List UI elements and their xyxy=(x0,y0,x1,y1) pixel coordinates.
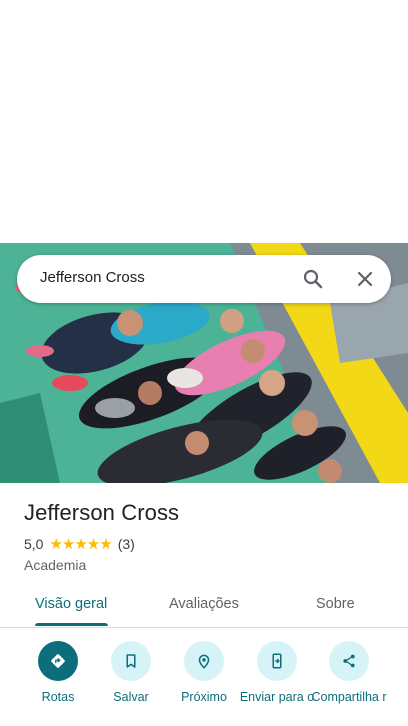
send-to-phone-icon[interactable] xyxy=(257,641,297,681)
place-title: Jefferson Cross xyxy=(24,500,180,525)
nearby-button[interactable]: Próximo xyxy=(164,641,244,704)
search-icon[interactable] xyxy=(301,267,325,291)
tab-about[interactable]: Sobre xyxy=(316,596,355,612)
directions-icon[interactable] xyxy=(38,641,78,681)
bookmark-icon[interactable] xyxy=(111,641,151,681)
review-count[interactable]: (3) xyxy=(118,536,135,552)
send-to-phone-label: Enviar para o xyxy=(239,690,315,704)
rating-row[interactable]: 5,0 ★★★★★ (3) xyxy=(24,535,179,553)
map-blank-area xyxy=(0,0,408,243)
rating-value: 5,0 xyxy=(24,536,44,552)
active-tab-indicator xyxy=(35,623,108,626)
place-category: Academia xyxy=(24,557,87,573)
send-to-phone-button[interactable]: Enviar para o xyxy=(237,641,317,704)
share-button[interactable]: Compartilha r xyxy=(309,641,389,704)
tab-overview[interactable]: Visão geral xyxy=(35,596,107,612)
tab-reviews[interactable]: Avaliações xyxy=(169,596,239,612)
close-icon[interactable] xyxy=(353,267,377,291)
directions-label: Rotas xyxy=(41,690,75,704)
directions-button[interactable]: Rotas xyxy=(18,641,98,704)
share-icon[interactable] xyxy=(329,641,369,681)
place-info: Jefferson Cross 5,0 ★★★★★ (3) Academia xyxy=(24,500,179,573)
search-input[interactable]: Jefferson Cross xyxy=(40,269,145,286)
share-label: Compartilha r xyxy=(311,690,387,704)
save-button[interactable]: Salvar xyxy=(91,641,171,704)
place-tabs: Visão geral Avaliações Sobre xyxy=(0,585,408,628)
save-label: Salvar xyxy=(113,690,149,704)
nearby-label: Próximo xyxy=(181,690,227,704)
star-rating-icon: ★★★★★ xyxy=(49,536,112,553)
nearby-icon[interactable] xyxy=(184,641,224,681)
search-bar[interactable]: Jefferson Cross xyxy=(17,255,391,303)
